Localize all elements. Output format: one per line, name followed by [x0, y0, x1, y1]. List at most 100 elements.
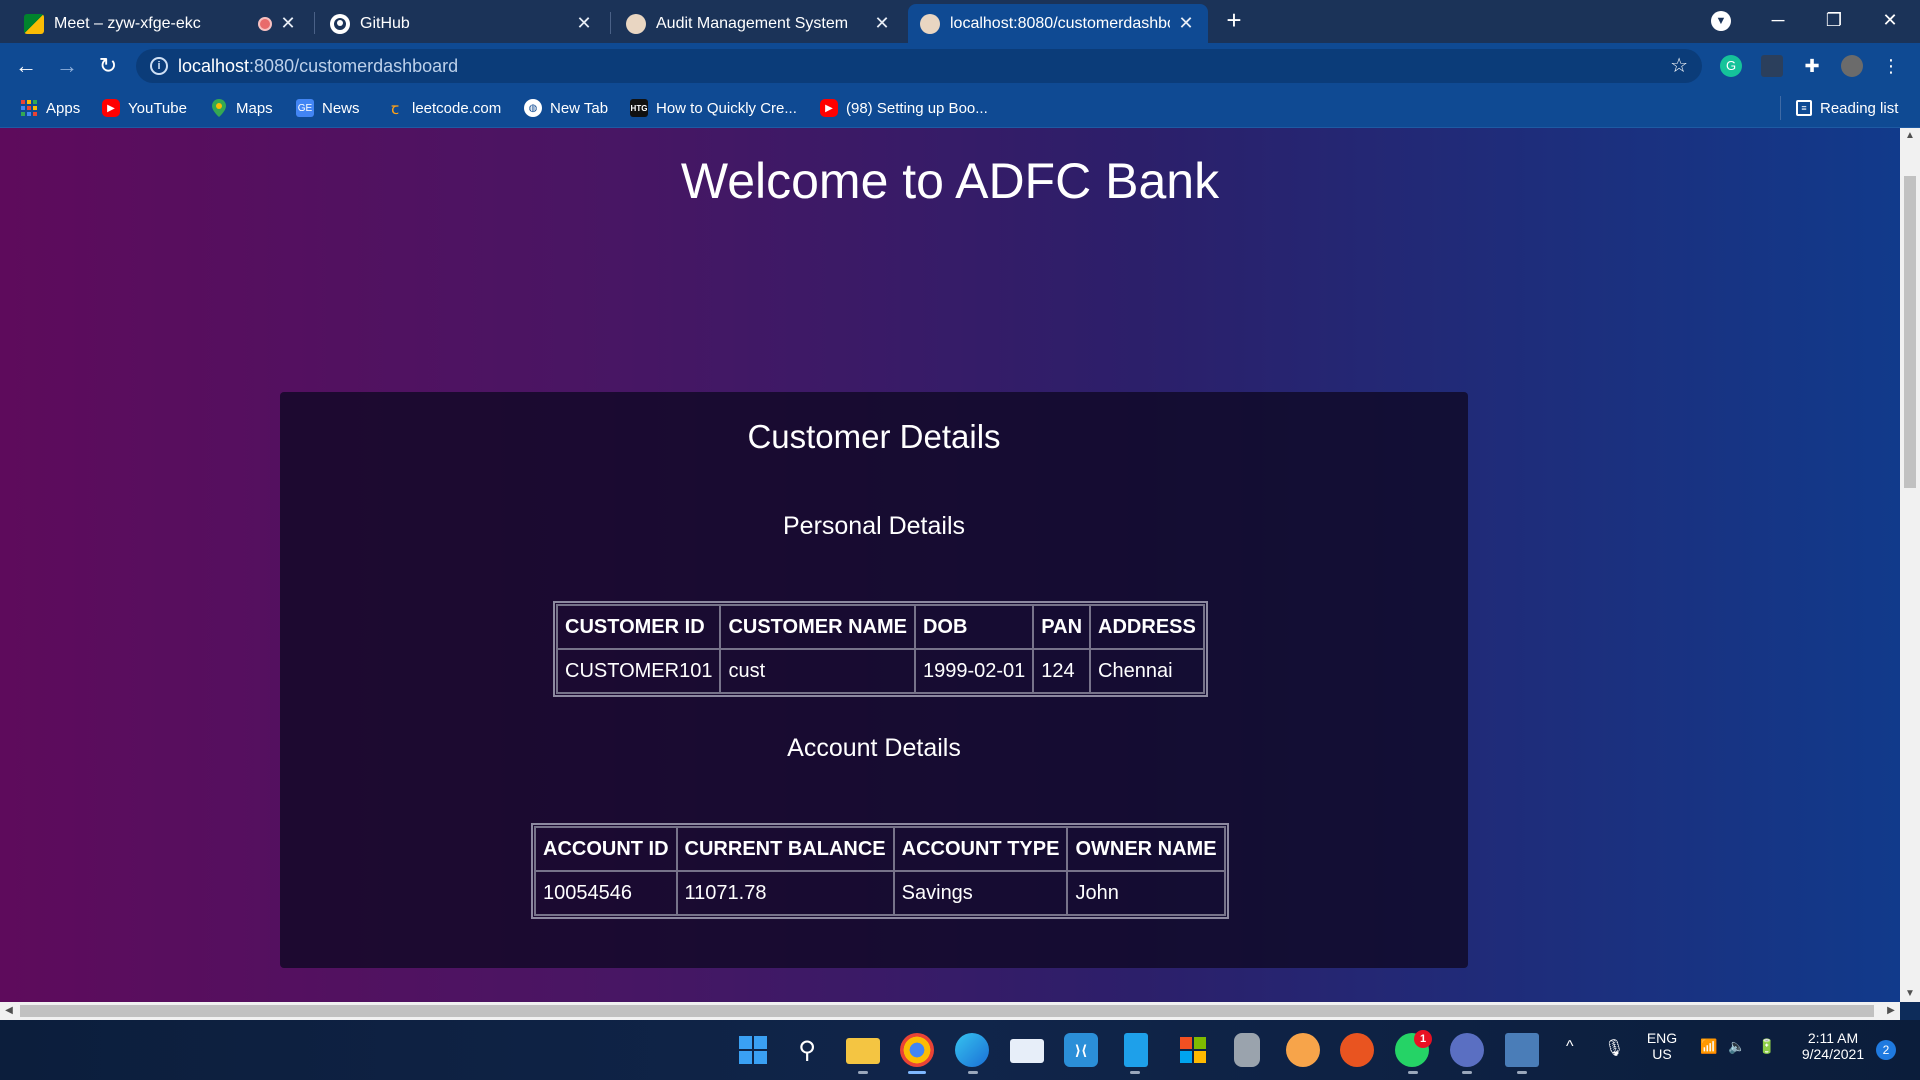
table-cell: 124 [1032, 648, 1092, 694]
tab-separator [314, 12, 315, 34]
table-cell: John [1066, 870, 1226, 916]
bookmark-youtube-video[interactable]: ▶ (98) Setting up Boo... [820, 97, 988, 119]
eclipse-icon[interactable] [1286, 1033, 1320, 1067]
app-indicator [1130, 1071, 1140, 1074]
bookmark-star-icon[interactable]: ☆ [1670, 53, 1688, 78]
table-cell: 11071.78 [675, 870, 895, 916]
edge-icon[interactable] [955, 1033, 989, 1067]
column-header: OWNER NAME [1066, 826, 1226, 872]
youtube-icon: ▶ [820, 99, 838, 117]
mysql-workbench-icon[interactable] [1505, 1033, 1539, 1067]
extensions-puzzle-icon[interactable]: ✚ [1801, 55, 1823, 77]
bookmark-apps[interactable]: Apps [20, 97, 80, 119]
account-details-heading: Account Details [787, 734, 961, 762]
column-header: CURRENT BALANCE [675, 826, 895, 872]
bookmark-label: How to Quickly Cre... [656, 99, 797, 117]
table-cell: Chennai [1089, 648, 1205, 694]
close-icon[interactable]: ✕ [278, 13, 298, 34]
forward-button[interactable]: → [51, 50, 83, 82]
search-icon[interactable]: ⚲ [790, 1033, 824, 1067]
column-header: PAN [1032, 604, 1092, 650]
tab-github[interactable]: GitHub ✕ [318, 4, 606, 43]
notepad-icon[interactable] [1124, 1033, 1148, 1067]
table-header-row: ACCOUNT ID CURRENT BALANCE ACCOUNT TYPE … [534, 826, 1226, 872]
wifi-icon[interactable]: 📶 [1700, 1038, 1717, 1055]
bookmark-youtube[interactable]: ▶ YouTube [102, 97, 187, 119]
url-text[interactable]: localhost:8080/customerdashboard [178, 56, 458, 77]
reading-list-label: Reading list [1820, 99, 1899, 117]
google-meet-icon [24, 13, 44, 34]
extension-icon[interactable] [1761, 55, 1783, 77]
reading-list-icon: ≡ [1796, 100, 1812, 116]
app-indicator-active [908, 1071, 926, 1074]
tab-meet[interactable]: Meet – zyw-xfge-ekc ✕ [12, 4, 310, 43]
grammarly-icon[interactable]: G [1720, 55, 1742, 77]
scroll-up-arrow-icon[interactable]: ▲ [1900, 128, 1920, 144]
eclipse-ee-icon[interactable] [1450, 1033, 1484, 1067]
scroll-down-arrow-icon[interactable]: ▼ [1900, 986, 1920, 1002]
leetcode-icon: ꞇ [391, 101, 399, 118]
bookmark-label: YouTube [128, 99, 187, 117]
reload-button[interactable]: ↻ [92, 50, 124, 82]
bookmark-news[interactable]: GE News [296, 97, 360, 119]
ubuntu-icon[interactable] [1340, 1033, 1374, 1067]
tab-customerdashboard[interactable]: localhost:8080/customerdashboa ✕ [908, 4, 1208, 43]
tab-audit-management[interactable]: Audit Management System ✕ [614, 4, 904, 43]
table-header-row: CUSTOMER ID CUSTOMER NAME DOB PAN ADDRES… [555, 604, 1205, 650]
bookmark-label: (98) Setting up Boo... [846, 99, 988, 117]
notification-count-badge[interactable]: 2 [1876, 1040, 1896, 1060]
bookmark-leetcode[interactable]: ꞇ leetcode.com [386, 97, 501, 119]
whatsapp-badge: 1 [1414, 1030, 1432, 1048]
bookmark-maps[interactable]: Maps [210, 97, 273, 119]
customer-details-card: Customer Details Personal Details CUSTOM… [280, 392, 1468, 968]
store-icon[interactable] [1010, 1039, 1044, 1063]
bookmark-new-tab[interactable]: ◍ New Tab [524, 97, 608, 119]
table-cell: cust [719, 648, 916, 694]
chrome-icon[interactable] [900, 1033, 934, 1067]
bookmarks-bar: Apps ▶ YouTube Maps GE News ꞇ leetcode.c… [0, 88, 1920, 128]
close-icon[interactable]: ✕ [1176, 13, 1196, 34]
table-row: 10054546 11071.78 Savings John [534, 870, 1226, 916]
database-icon[interactable] [1234, 1033, 1260, 1067]
vertical-scrollbar[interactable]: ▲ ▼ [1900, 128, 1920, 1002]
tab-title: Meet – zyw-xfge-ekc [54, 14, 201, 32]
tab-title: GitHub [360, 14, 410, 32]
language-indicator[interactable]: ENG US [1640, 1030, 1684, 1062]
tab-search-icon[interactable]: ▼ [1711, 11, 1731, 31]
minimize-button[interactable]: ─ [1750, 0, 1806, 40]
scrollbar-thumb[interactable] [1904, 176, 1916, 488]
microphone-icon[interactable]: 🎙 [1604, 1038, 1624, 1058]
horizontal-scrollbar[interactable]: ◀ ▶ [0, 1002, 1900, 1020]
app-indicator [1517, 1071, 1527, 1074]
battery-icon[interactable]: 🔋 [1758, 1038, 1775, 1055]
office-icon[interactable] [1176, 1033, 1210, 1067]
back-button[interactable]: ← [10, 50, 42, 82]
bookmark-separator [1780, 96, 1781, 120]
address-bar[interactable]: i localhost:8080/customerdashboard ☆ [136, 49, 1702, 83]
menu-kebab-icon[interactable]: ⋮ [1880, 55, 1902, 77]
scroll-right-arrow-icon[interactable]: ▶ [1882, 1002, 1900, 1020]
bookmark-htg[interactable]: HTG How to Quickly Cre... [630, 97, 797, 119]
close-icon[interactable]: ✕ [872, 13, 892, 34]
scrollbar-thumb[interactable] [20, 1005, 1874, 1017]
close-window-button[interactable]: ✕ [1862, 0, 1918, 40]
restore-button[interactable]: ❐ [1806, 0, 1862, 40]
youtube-icon: ▶ [102, 99, 120, 117]
new-tab-button[interactable]: + [1220, 6, 1248, 34]
reading-list-button[interactable]: ≡ Reading list [1796, 97, 1898, 119]
close-icon[interactable]: ✕ [574, 13, 594, 34]
file-explorer-icon[interactable] [846, 1038, 880, 1064]
bookmark-label: News [322, 99, 360, 117]
page-viewport: Welcome to ADFC Bank Customer Details Pe… [0, 128, 1900, 1002]
vscode-icon[interactable]: ⟩⟨ [1064, 1033, 1098, 1067]
language-label: ENG [1646, 1030, 1678, 1046]
table-cell: 1999-02-01 [913, 648, 1035, 694]
show-hidden-icons-chevron-icon[interactable]: ^ [1566, 1038, 1574, 1056]
site-info-icon[interactable]: i [150, 57, 168, 75]
avatar[interactable] [1841, 55, 1863, 77]
volume-icon[interactable]: 🔈 [1728, 1038, 1745, 1055]
windows-start-icon[interactable] [736, 1033, 770, 1067]
scroll-left-arrow-icon[interactable]: ◀ [0, 1002, 18, 1020]
clock[interactable]: 2:11 AM 9/24/2021 [1790, 1030, 1876, 1062]
app-indicator [1408, 1071, 1418, 1074]
